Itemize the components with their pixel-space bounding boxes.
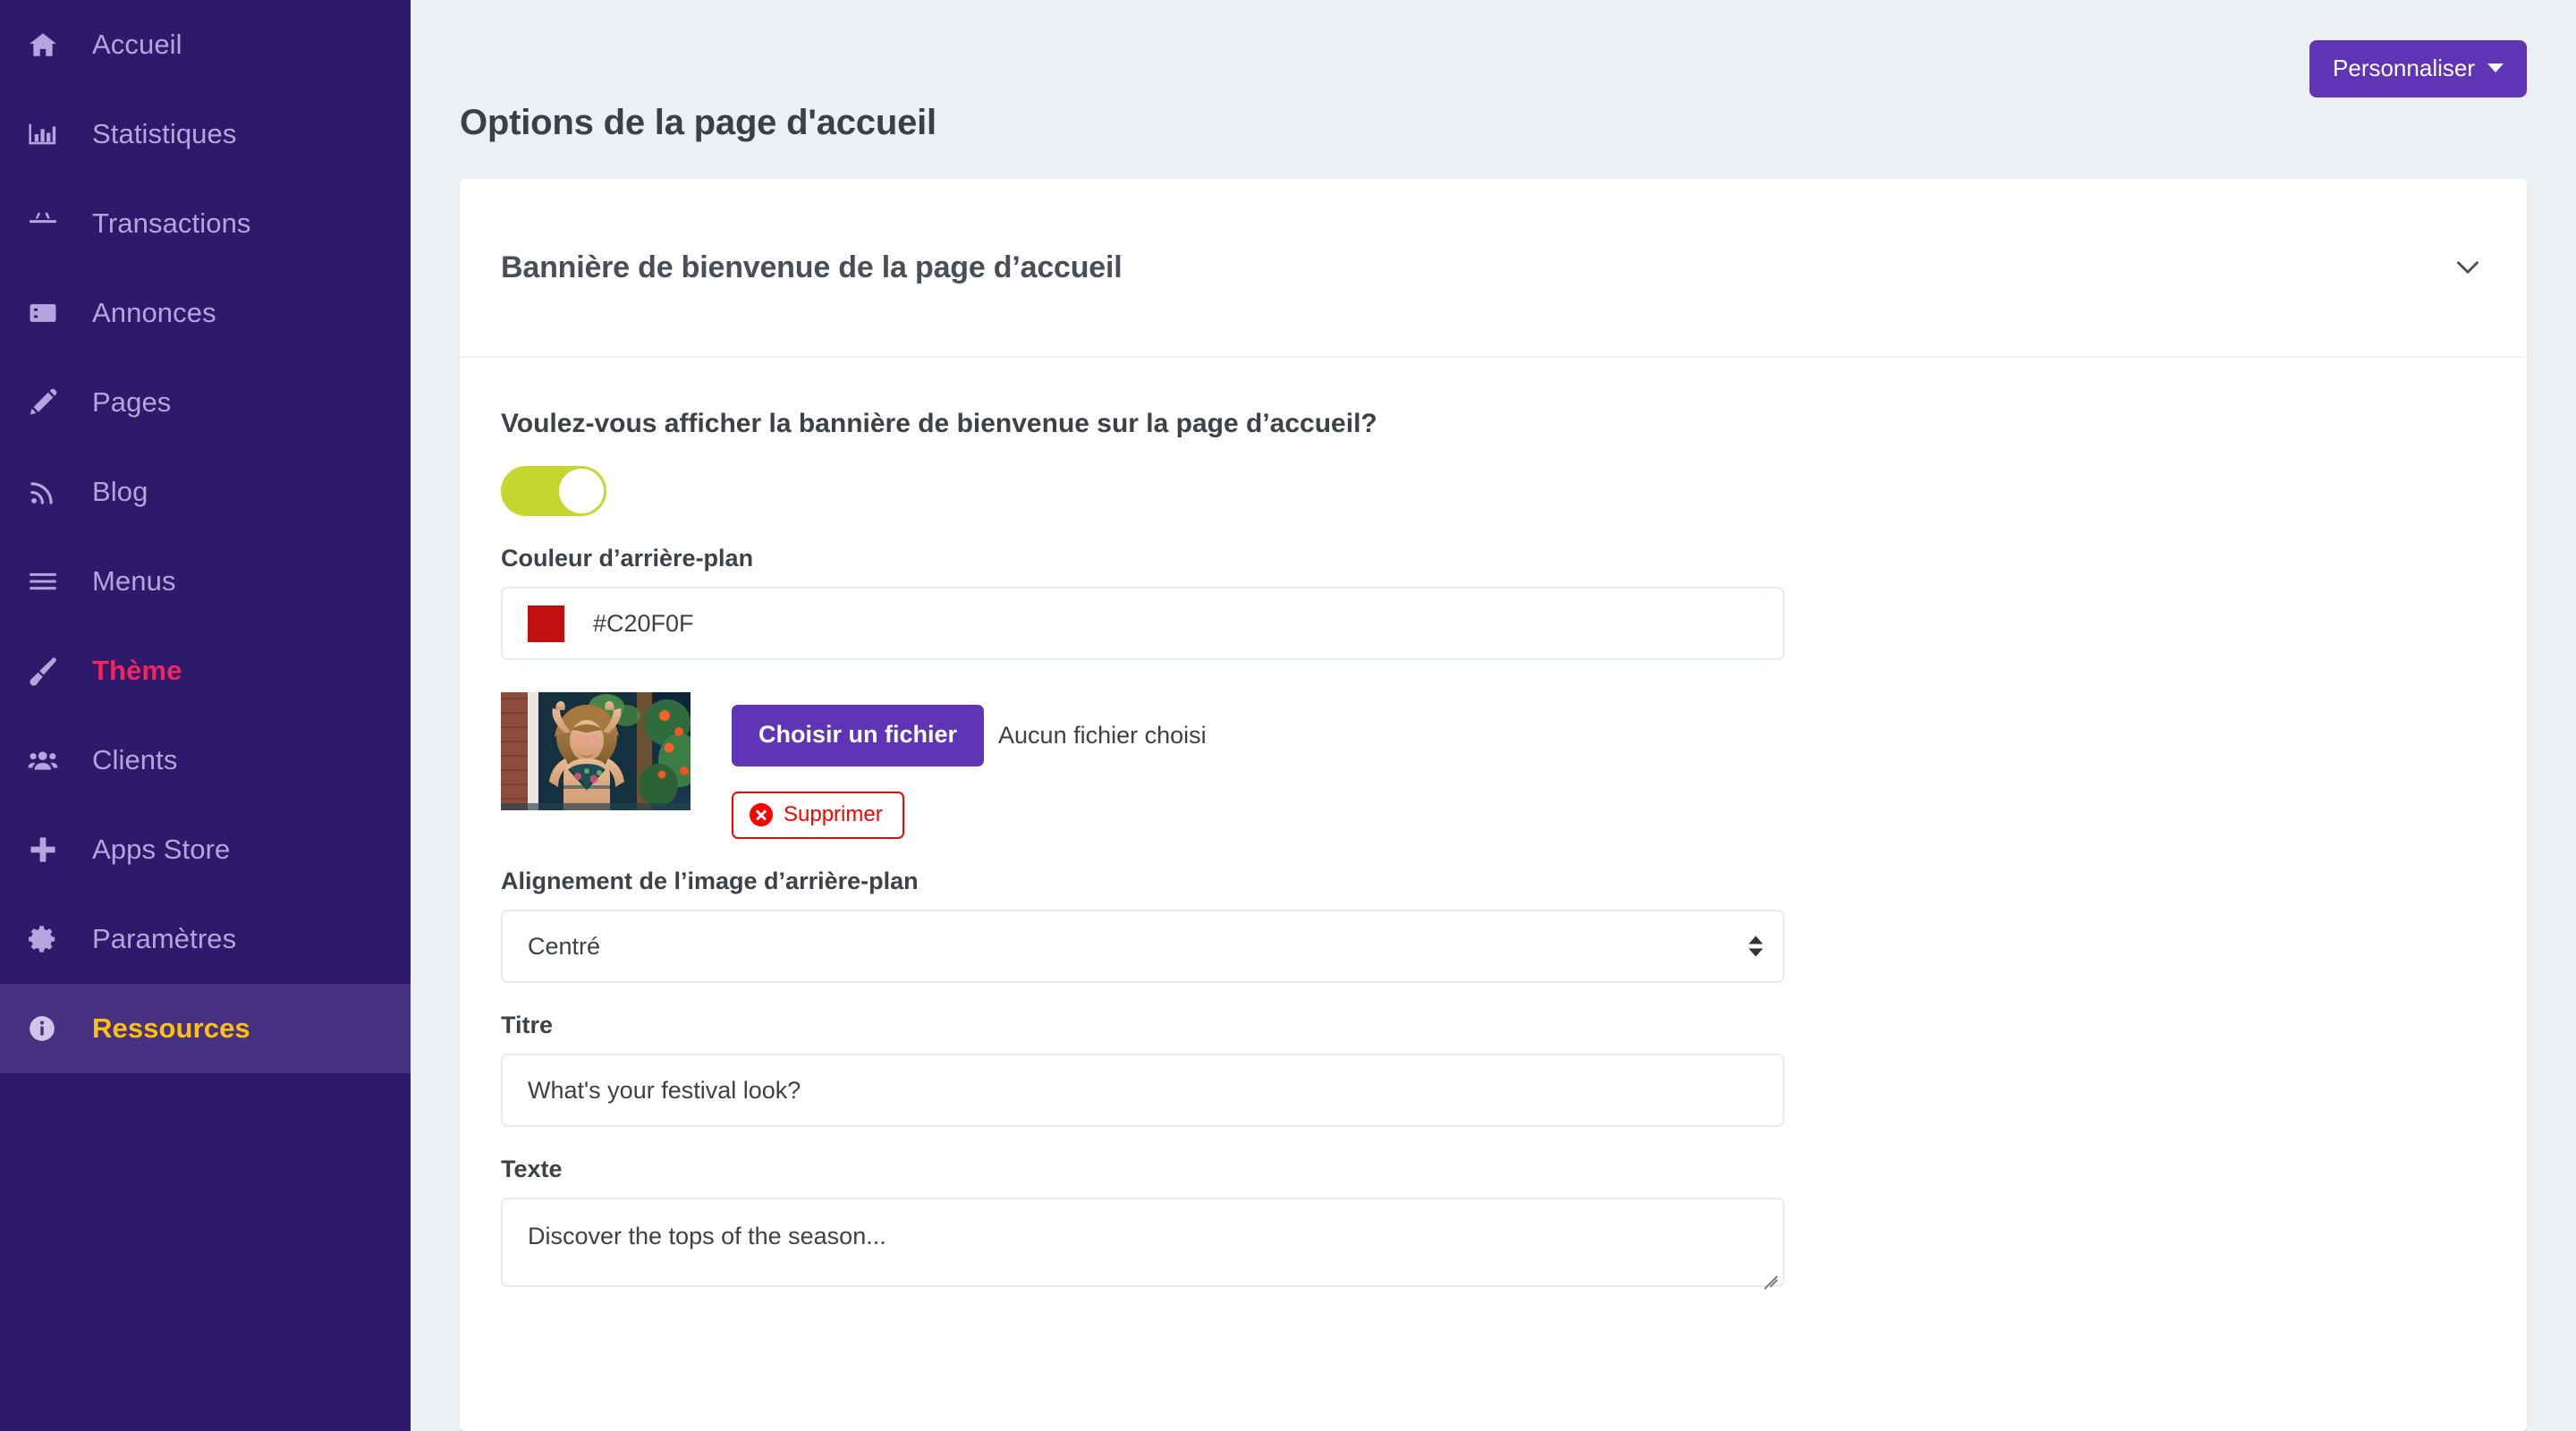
users-icon bbox=[28, 745, 74, 775]
customize-button-label: Personnaliser bbox=[2333, 55, 2475, 81]
card-title: Bannière de bienvenue de la page d’accue… bbox=[501, 250, 1123, 284]
text-field-label: Texte bbox=[501, 1156, 563, 1182]
sidebar-item-transactions[interactable]: Transactions bbox=[0, 179, 411, 268]
sidebar-item-menus[interactable]: Menus bbox=[0, 537, 411, 626]
banner-settings-card: Bannière de bienvenue de la page d’accue… bbox=[460, 179, 2527, 1431]
text-field-textarea[interactable]: Discover the tops of the season... bbox=[501, 1198, 1784, 1287]
image-alignment-select-wrap: Centré bbox=[501, 910, 1784, 983]
no-file-chosen-text: Aucun fichier choisi bbox=[998, 722, 1207, 749]
sidebar-item-label: Blog bbox=[92, 476, 148, 507]
sidebar-item-label: Thème bbox=[92, 655, 182, 686]
file-controls: Choisir un fichier Aucun fichier choisi … bbox=[691, 692, 1207, 839]
customize-button[interactable]: Personnaliser bbox=[2309, 40, 2527, 97]
gear-icon bbox=[28, 924, 74, 954]
home-icon bbox=[28, 30, 74, 60]
title-field-input[interactable]: What's your festival look? bbox=[501, 1054, 1784, 1127]
image-alignment-select[interactable]: Centré bbox=[501, 910, 1784, 983]
banner-visibility-toggle[interactable] bbox=[501, 466, 606, 516]
title-field-value: What's your festival look? bbox=[528, 1076, 801, 1104]
sidebar-item-blog[interactable]: Blog bbox=[0, 447, 411, 537]
list-icon bbox=[28, 298, 74, 328]
title-field-label: Titre bbox=[501, 1012, 554, 1038]
background-color-label: Couleur d’arrière-plan bbox=[501, 545, 754, 572]
sidebar-item-label: Ressources bbox=[92, 1012, 250, 1044]
background-image-upload-row: Choisir un fichier Aucun fichier choisi … bbox=[501, 692, 2486, 839]
page-header: Options de la page d'accueil Personnalis… bbox=[411, 0, 2576, 179]
text-field-wrap: Discover the tops of the season... bbox=[501, 1198, 1784, 1290]
background-color-value: #C20F0F bbox=[593, 609, 694, 637]
sidebar-item-label: Paramètres bbox=[92, 923, 237, 954]
image-alignment-label: Alignement de l’image d’arrière-plan bbox=[501, 868, 919, 894]
chevron-down-icon bbox=[2487, 64, 2504, 72]
sidebar-item-ressources[interactable]: Ressources bbox=[0, 984, 411, 1073]
pencil-icon bbox=[28, 387, 74, 418]
sidebar-item-label: Clients bbox=[92, 744, 178, 775]
chevron-down-icon[interactable] bbox=[2452, 251, 2484, 284]
sidebar-item-clients[interactable]: Clients bbox=[0, 716, 411, 805]
sidebar-item-annonces[interactable]: Annonces bbox=[0, 268, 411, 358]
sidebar-item-label: Pages bbox=[92, 386, 172, 418]
banner-visibility-question: Voulez-vous afficher la bannière de bien… bbox=[501, 409, 1377, 438]
main-content: Options de la page d'accueil Personnalis… bbox=[411, 0, 2576, 1431]
toggle-knob bbox=[559, 469, 604, 513]
info-icon bbox=[28, 1014, 74, 1043]
sidebar-item-pages[interactable]: Pages bbox=[0, 358, 411, 447]
sidebar-item-label: Transactions bbox=[92, 207, 251, 239]
plus-icon bbox=[28, 834, 74, 865]
sidebar: Accueil Statistiques Transactions Annonc… bbox=[0, 0, 411, 1431]
app-root: Accueil Statistiques Transactions Annonc… bbox=[0, 0, 2576, 1431]
sidebar-item-theme[interactable]: Thème bbox=[0, 626, 411, 716]
rss-icon bbox=[28, 477, 74, 507]
color-swatch[interactable] bbox=[528, 605, 564, 642]
basket-icon bbox=[28, 208, 74, 239]
page-title: Options de la page d'accueil bbox=[460, 102, 936, 142]
background-image-thumbnail bbox=[501, 692, 691, 810]
delete-image-button[interactable]: Supprimer bbox=[732, 792, 904, 839]
choose-file-button[interactable]: Choisir un fichier bbox=[732, 705, 985, 766]
delete-image-label: Supprimer bbox=[784, 802, 883, 826]
sidebar-item-parametres[interactable]: Paramètres bbox=[0, 894, 411, 984]
x-circle-icon bbox=[750, 803, 773, 826]
sidebar-item-label: Statistiques bbox=[92, 118, 237, 149]
file-input-row: Choisir un fichier Aucun fichier choisi bbox=[732, 705, 1207, 766]
sidebar-item-label: Accueil bbox=[92, 29, 182, 60]
sidebar-item-label: Apps Store bbox=[92, 834, 231, 865]
background-color-input[interactable]: #C20F0F bbox=[501, 587, 1784, 660]
sidebar-item-label: Menus bbox=[92, 565, 176, 597]
card-body: Voulez-vous afficher la bannière de bien… bbox=[460, 358, 2527, 1310]
sidebar-item-label: Annonces bbox=[92, 297, 216, 328]
bar-chart-icon bbox=[28, 119, 74, 149]
sidebar-item-apps-store[interactable]: Apps Store bbox=[0, 805, 411, 894]
sidebar-item-accueil[interactable]: Accueil bbox=[0, 0, 411, 89]
paintbrush-icon bbox=[28, 656, 74, 686]
sidebar-item-statistiques[interactable]: Statistiques bbox=[0, 89, 411, 179]
image-alignment-value: Centré bbox=[528, 932, 601, 960]
text-field-value: Discover the tops of the season... bbox=[528, 1223, 886, 1249]
hamburger-icon bbox=[28, 566, 74, 597]
card-header[interactable]: Bannière de bienvenue de la page d’accue… bbox=[460, 179, 2527, 358]
